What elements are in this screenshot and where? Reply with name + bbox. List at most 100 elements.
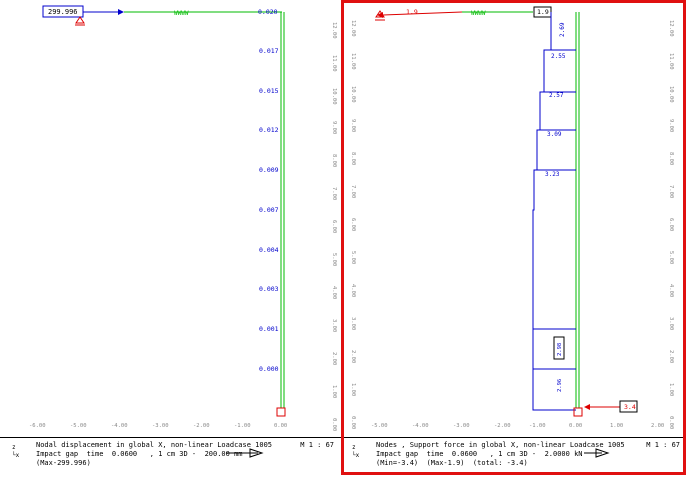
force-value: 2.57 xyxy=(549,92,564,99)
x-tick-label: 2.00 xyxy=(651,423,664,429)
y-tick-label: 6.00 xyxy=(331,220,337,233)
x-tick-label: 1.00 xyxy=(610,423,623,429)
x-tick-label: -5.00 xyxy=(371,423,388,429)
lower-label-1: 2.98 xyxy=(557,343,563,356)
top-support-icon xyxy=(75,16,85,24)
axis-indicator: z └x xyxy=(12,444,20,459)
left-footer: z └x Nodal displacement in global X, non… xyxy=(0,437,340,480)
y-tick-label: 6.00 xyxy=(668,218,674,231)
y-tick-label: 3.00 xyxy=(668,317,674,330)
value-label: 0.015 xyxy=(259,87,279,95)
footer-line2: Impact gap time 0.0600 , 1 cm 3D - 2.000… xyxy=(376,450,583,458)
spring-label: WWWW xyxy=(471,10,486,17)
scale-arrow-icon xyxy=(584,448,610,458)
force-value: 3.23 xyxy=(545,171,560,178)
force-value: 3.09 xyxy=(547,131,562,138)
x-tick-label: -1.00 xyxy=(234,423,251,429)
y-tick-label: 8.00 xyxy=(331,154,337,167)
value-label: 0.012 xyxy=(259,126,279,134)
x-tick-label: -6.00 xyxy=(29,423,46,429)
y-tick-label: 11.00 xyxy=(350,53,356,70)
y-tick-label: 9.00 xyxy=(350,119,356,132)
force-value: 2.69 xyxy=(559,22,566,37)
y-tick-label: 3.00 xyxy=(331,319,337,332)
y-tick-label: 5.00 xyxy=(331,253,337,266)
value-label: 0.009 xyxy=(259,166,279,174)
y-tick-label: 2.00 xyxy=(350,350,356,363)
left-value-labels: 0.017 0.015 0.012 0.009 0.007 0.004 0.003 0.001… xyxy=(259,47,279,373)
x-tick-label: -5.00 xyxy=(70,423,87,429)
value-label: 0.007 xyxy=(259,206,279,214)
right-y-axis: 12.00 12.00 11.00 11.00 10.00 10.00 9.00 9.00 8.… xyxy=(350,20,674,429)
y-tick-label: 10.00 xyxy=(350,86,356,103)
y-tick-label: 11.00 xyxy=(668,53,674,70)
y-tick-label: 1.00 xyxy=(350,383,356,396)
bottom-support-icon xyxy=(573,407,583,417)
y-tick-label: 12.00 xyxy=(668,20,674,37)
support-arrow-head xyxy=(584,404,590,410)
right-viewport[interactable]: 1.9 WWWW 1.9 2.69 2.55 2.57 3.09 3.23 2.98 2… xyxy=(340,0,690,480)
right-footer: z └x Nodes , Support force in global X, … xyxy=(340,437,686,480)
value-label: 0.001 xyxy=(259,325,279,333)
left-y-axis: 12.00 11.00 10.00 9.00 8.00 7.00 6.00 5.00 4.00 3… xyxy=(331,22,337,431)
y-tick-label: 10.00 xyxy=(331,88,337,105)
x-tick-label: 0.00 xyxy=(274,423,287,429)
y-tick-label: 5.00 xyxy=(350,251,356,264)
scale-label: M 1 : 67 xyxy=(300,441,334,449)
right-drawing: 1.9 WWWW 1.9 2.69 2.55 2.57 3.09 3.23 2.98 2… xyxy=(350,6,674,429)
footer-line3: (Max-299.996) xyxy=(36,459,91,467)
spring-label: WWWW xyxy=(174,10,189,17)
y-tick-label: 7.00 xyxy=(350,185,356,198)
x-tick-label: 0.00 xyxy=(569,423,582,429)
y-tick-label: 10.00 xyxy=(668,86,674,103)
y-tick-label: 2.00 xyxy=(668,350,674,363)
lower-label-2: 2.96 xyxy=(557,379,563,392)
y-tick-label: 8.00 xyxy=(668,152,674,165)
x-tick-label: -4.00 xyxy=(111,423,128,429)
y-tick-label: 0.00 xyxy=(331,418,337,431)
x-tick-label: -2.00 xyxy=(494,423,511,429)
value-label: 0.000 xyxy=(259,365,279,373)
value-label: 0.017 xyxy=(259,47,279,55)
y-tick-label: 7.00 xyxy=(331,187,337,200)
y-tick-label: 9.00 xyxy=(331,121,337,134)
force-value-labels: 2.69 2.55 2.57 3.09 3.23 xyxy=(545,22,566,178)
y-tick-label: 4.00 xyxy=(331,286,337,299)
left-x-axis: -6.00 -5.00 -4.00 -3.00 -2.00 -1.00 0.00 xyxy=(29,423,287,429)
value-label: 0.003 xyxy=(259,285,279,293)
y-tick-label: 8.00 xyxy=(350,152,356,165)
left-drawing: 299.996 WWWW 0.020 0.0170.0150.0120.0090… xyxy=(29,5,337,431)
y-tick-label: 7.00 xyxy=(668,185,674,198)
y-tick-label: 12.00 xyxy=(331,22,337,39)
y-tick-label: 5.00 xyxy=(668,251,674,264)
y-tick-label: 4.00 xyxy=(350,284,356,297)
footer-line2: Impact gap time 0.0600 , 1 cm 3D - 200.0… xyxy=(36,450,243,458)
footer-line3: (Min=-3.4) (Max-1.9) (total: -3.4) xyxy=(376,459,528,467)
top-value-label: 299.996 xyxy=(48,8,78,16)
reaction-arrow-line xyxy=(382,11,463,16)
y-tick-label: 1.00 xyxy=(668,383,674,396)
y-tick-label: 6.00 xyxy=(350,218,356,231)
y-tick-label: 9.00 xyxy=(668,119,674,132)
x-tick-label: -2.00 xyxy=(193,423,210,429)
top-left-value: 1.9 xyxy=(406,8,418,16)
y-tick-label: 4.00 xyxy=(668,284,674,297)
y-tick-label: 1.00 xyxy=(331,385,337,398)
y-tick-label: 0.00 xyxy=(350,416,356,429)
y-tick-label: 12.00 xyxy=(350,20,356,37)
bottom-support-icon xyxy=(276,407,286,417)
y-tick-label: 2.00 xyxy=(331,352,337,365)
y-tick-label: 0.00 xyxy=(668,416,674,429)
y-tick-label: 3.00 xyxy=(350,317,356,330)
top-right-value: 0.020 xyxy=(258,8,278,16)
value-label: 0.004 xyxy=(259,246,279,254)
x-tick-label: -4.00 xyxy=(412,423,429,429)
y-tick-label: 11.00 xyxy=(331,55,337,72)
axis-indicator: z └x xyxy=(352,444,360,459)
support-value: 3.4 xyxy=(624,403,636,411)
left-viewport[interactable]: 299.996 WWWW 0.020 0.017 0.015 0.012 0.009 0… xyxy=(0,0,340,480)
top-box-label: 1.9 xyxy=(537,8,549,16)
right-x-axis: -5.00 -4.00 -3.00 -2.00 -1.00 0.00 1.00 2.00 xyxy=(371,423,664,429)
scale-arrow-icon xyxy=(226,448,264,458)
load-arrow-head xyxy=(118,9,124,15)
